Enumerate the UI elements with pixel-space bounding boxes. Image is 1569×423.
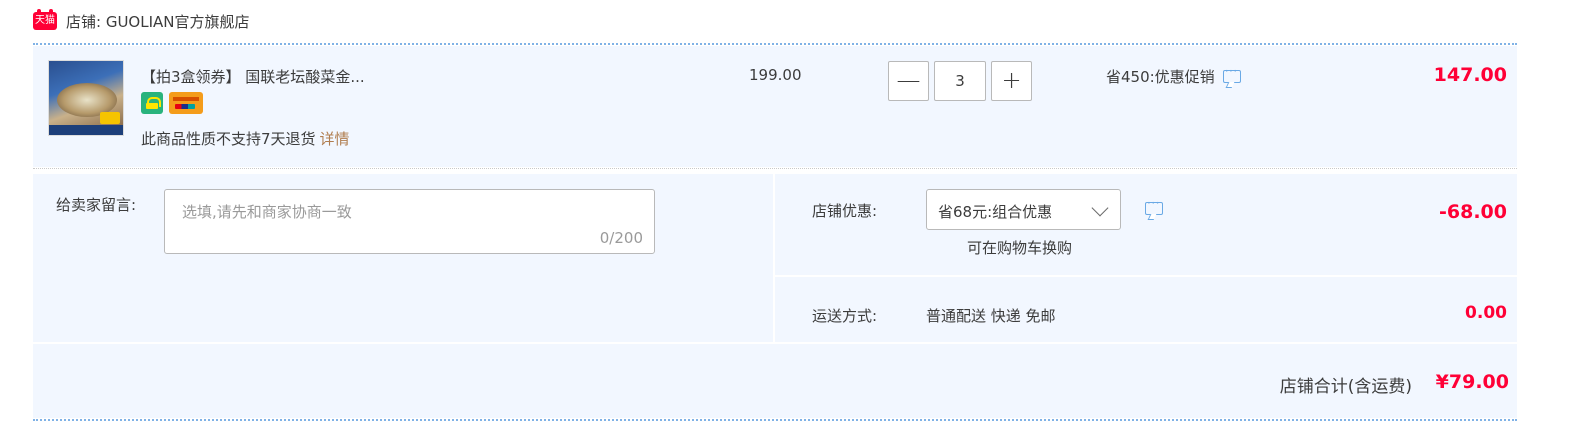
quantity-input[interactable]: 3 (934, 61, 986, 101)
promotion-info: 省450:优惠促销 (1106, 64, 1241, 87)
shop-discount-select[interactable]: 省68元:组合优惠 (926, 189, 1121, 230)
shop-discount-selected: 省68元:组合优惠 (938, 203, 1053, 221)
product-thumbnail[interactable] (48, 60, 124, 136)
seller-message-input[interactable]: 选填,请先和商家协商一致 0/200 (164, 189, 655, 254)
shop-total-amount: ¥79.00 (1435, 371, 1509, 393)
chat-bubble-icon[interactable] (1222, 64, 1241, 83)
item-divider (33, 168, 1517, 169)
shop-name[interactable]: 店铺: GUOLIAN官方旗舰店 (66, 11, 250, 32)
shipping-method-value: 普通配送 快递 免邮 (926, 307, 1056, 325)
shop-discount-amount: -68.00 (1439, 201, 1507, 223)
shopping-bag-badge-icon[interactable] (141, 92, 163, 114)
shop-discount-label: 店铺优惠: (812, 202, 878, 220)
item-row: 【拍3盒领券】 国联老坛酸菜金... 此商品性质不支持7天退货 详情 199.00… (33, 46, 1517, 167)
product-image-banner (49, 125, 123, 135)
product-title[interactable]: 【拍3盒领券】 国联老坛酸菜金... (141, 66, 365, 87)
promotion-text: 省450:优惠促销 (1106, 68, 1215, 86)
seller-message-label: 给卖家留言: (56, 196, 137, 214)
product-image-price-tag (100, 112, 120, 124)
panel-vertical-divider (773, 174, 775, 342)
quantity-decrease-button[interactable]: — (888, 61, 929, 101)
item-subtotal: 147.00 (1433, 64, 1507, 86)
return-policy-detail-link[interactable]: 详情 (320, 130, 350, 148)
seller-message-placeholder: 选填,请先和商家协商一致 (182, 203, 352, 221)
quantity-increase-button[interactable]: + (991, 61, 1032, 101)
shipping-method-label: 运送方式: (812, 307, 878, 325)
chevron-down-icon (1091, 199, 1109, 217)
order-options-panel: 给卖家留言: 选填,请先和商家协商一致 0/200 店铺优惠: 省68元:组合优… (33, 174, 1517, 342)
discount-chat-bubble-icon[interactable] (1145, 196, 1163, 215)
return-policy-note: 此商品性质不支持7天退货 详情 (141, 128, 350, 149)
tmall-icon: 天猫 (33, 9, 57, 30)
bottom-divider (33, 419, 1517, 421)
credit-card-badge-icon[interactable] (169, 92, 203, 114)
return-policy-text: 此商品性质不支持7天退货 (141, 130, 316, 148)
shop-total-row: 店铺合计(含运费) ¥79.00 (33, 344, 1517, 418)
exchange-in-cart-note: 可在购物车换购 (967, 239, 1073, 257)
top-divider (33, 43, 1517, 45)
shipping-amount: 0.00 (1465, 303, 1507, 323)
shop-total-label: 店铺合计(含运费) (1279, 377, 1412, 397)
panel-horizontal-divider (775, 275, 1517, 277)
shop-header: 天猫 店铺: GUOLIAN官方旗舰店 (33, 9, 250, 32)
unit-price: 199.00 (749, 66, 802, 84)
seller-message-char-count: 0/200 (599, 229, 643, 247)
quantity-stepper: — 3 + (888, 61, 1032, 101)
service-badges (141, 92, 203, 114)
